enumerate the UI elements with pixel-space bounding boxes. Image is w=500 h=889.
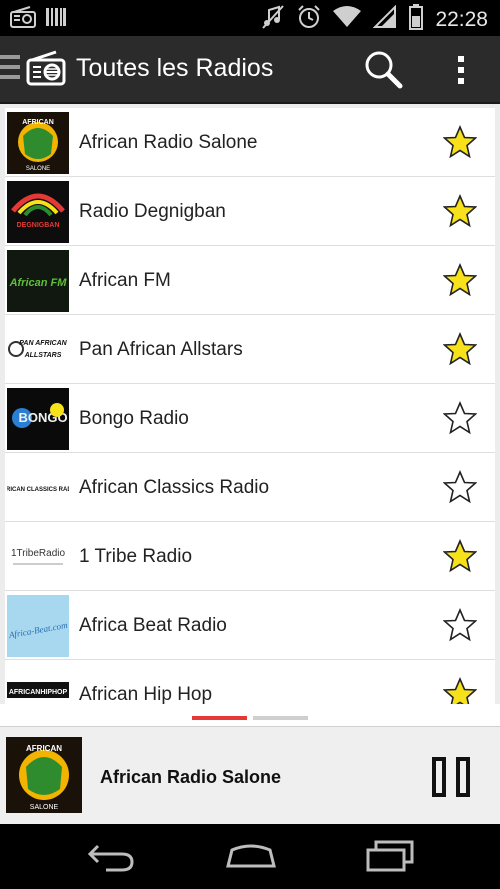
recent-apps-icon (366, 840, 414, 872)
pause-icon (432, 757, 470, 797)
svg-text:SALONE: SALONE (30, 804, 59, 811)
station-row[interactable]: DEGNIGBAN Radio Degnigban (5, 177, 495, 246)
svg-text:African FM: African FM (9, 277, 68, 289)
station-name: African Hip Hop (79, 684, 213, 704)
battery-icon (409, 4, 424, 35)
station-logo: BONGO (7, 388, 69, 450)
station-logo: DEGNIGBAN (7, 181, 69, 243)
station-row[interactable]: AFRICAN SALONE African Radio Salone (5, 108, 495, 177)
status-time: 22:28 (435, 7, 488, 31)
svg-text:1TribeRadio: 1TribeRadio (11, 548, 66, 559)
more-vertical-icon (458, 56, 464, 84)
station-logo: African FM (7, 250, 69, 312)
svg-text:AFRICAN: AFRICAN (22, 119, 54, 126)
radio-app-icon[interactable] (26, 50, 66, 91)
svg-text:SALONE: SALONE (26, 166, 50, 172)
station-logo: AFRICAN SALONE (7, 112, 69, 174)
overflow-menu-button[interactable] (448, 50, 474, 90)
station-name: African FM (79, 270, 171, 291)
favorite-star-icon[interactable] (442, 538, 478, 573)
favorite-star-icon[interactable] (442, 124, 478, 159)
system-nav-bar (0, 824, 500, 889)
svg-text:DEGNIGBAN: DEGNIGBAN (17, 222, 60, 229)
svg-text:AFRICAN: AFRICAN (26, 744, 62, 753)
station-row[interactable]: African FM African FM (5, 246, 495, 315)
station-name: Bongo Radio (79, 408, 189, 429)
station-list[interactable]: AFRICAN SALONE African Radio Salone DEGNI… (0, 104, 500, 704)
station-row[interactable]: PAN AFRICAN ALLSTARS Pan African Allstars (5, 315, 495, 384)
station-logo: AFRICANHIPHOP (7, 664, 69, 704)
signal-icon (373, 4, 397, 34)
station-name: Pan African Allstars (79, 339, 243, 360)
now-playing-bar[interactable]: AFRICAN SALONE African Radio Salone (0, 726, 500, 825)
page-indicator-inactive[interactable] (253, 716, 308, 720)
favorite-star-icon[interactable] (442, 676, 478, 704)
recent-apps-button[interactable] (364, 838, 416, 879)
alarm-icon (297, 4, 321, 35)
svg-text:AFRICAN CLASSICS RADIO: AFRICAN CLASSICS RADIO (7, 487, 69, 493)
svg-text:PAN AFRICAN: PAN AFRICAN (19, 340, 67, 347)
favorite-star-icon[interactable] (442, 607, 478, 642)
now-playing-title: African Radio Salone (100, 767, 282, 787)
now-playing-logo: AFRICAN SALONE (6, 737, 82, 813)
page-title: Toutes les Radios (76, 54, 274, 82)
mute-icon (261, 4, 285, 35)
station-row[interactable]: Africa-Beat.com Africa Beat Radio (5, 591, 495, 660)
back-button[interactable] (86, 838, 136, 879)
wifi-icon (333, 5, 362, 34)
home-icon (226, 844, 276, 868)
station-logo: AFRICAN CLASSICS RADIO (7, 457, 69, 519)
drawer-menu-icon[interactable] (0, 55, 20, 83)
page-indicator-active[interactable] (192, 716, 247, 720)
station-name: 1 Tribe Radio (79, 546, 193, 567)
station-name: African Classics Radio (79, 477, 270, 498)
back-icon (87, 844, 134, 872)
station-logo: 1TribeRadio (7, 526, 69, 588)
svg-text:AFRICANHIPHOP: AFRICANHIPHOP (9, 689, 68, 696)
action-bar: Toutes les Radios (0, 36, 500, 104)
pause-button[interactable] (432, 757, 472, 797)
favorite-star-icon[interactable] (442, 400, 478, 435)
favorite-star-icon[interactable] (442, 469, 478, 504)
station-name: Radio Degnigban (79, 201, 226, 222)
search-icon (365, 51, 403, 89)
station-row[interactable]: 1TribeRadio 1 Tribe Radio (5, 522, 495, 591)
station-name: African Radio Salone (79, 132, 258, 153)
station-logo: PAN AFRICAN ALLSTARS (7, 319, 69, 381)
status-bar: 22:28 (0, 0, 500, 36)
station-row[interactable]: BONGO Bongo Radio (5, 384, 495, 453)
favorite-star-icon[interactable] (442, 193, 478, 228)
barcode-notification-icon (46, 6, 66, 33)
search-button[interactable] (362, 48, 404, 90)
favorite-star-icon[interactable] (442, 262, 478, 297)
radio-notification-icon (10, 6, 36, 33)
favorite-star-icon[interactable] (442, 331, 478, 366)
station-logo: Africa-Beat.com (7, 595, 69, 657)
home-button[interactable] (224, 838, 278, 879)
page-indicator-bar (0, 704, 500, 726)
station-row[interactable]: AFRICANHIPHOP African Hip Hop (5, 660, 495, 704)
station-name: Africa Beat Radio (79, 615, 227, 636)
station-row[interactable]: AFRICAN CLASSICS RADIO African Classics … (5, 453, 495, 522)
svg-text:ALLSTARS: ALLSTARS (24, 352, 62, 359)
